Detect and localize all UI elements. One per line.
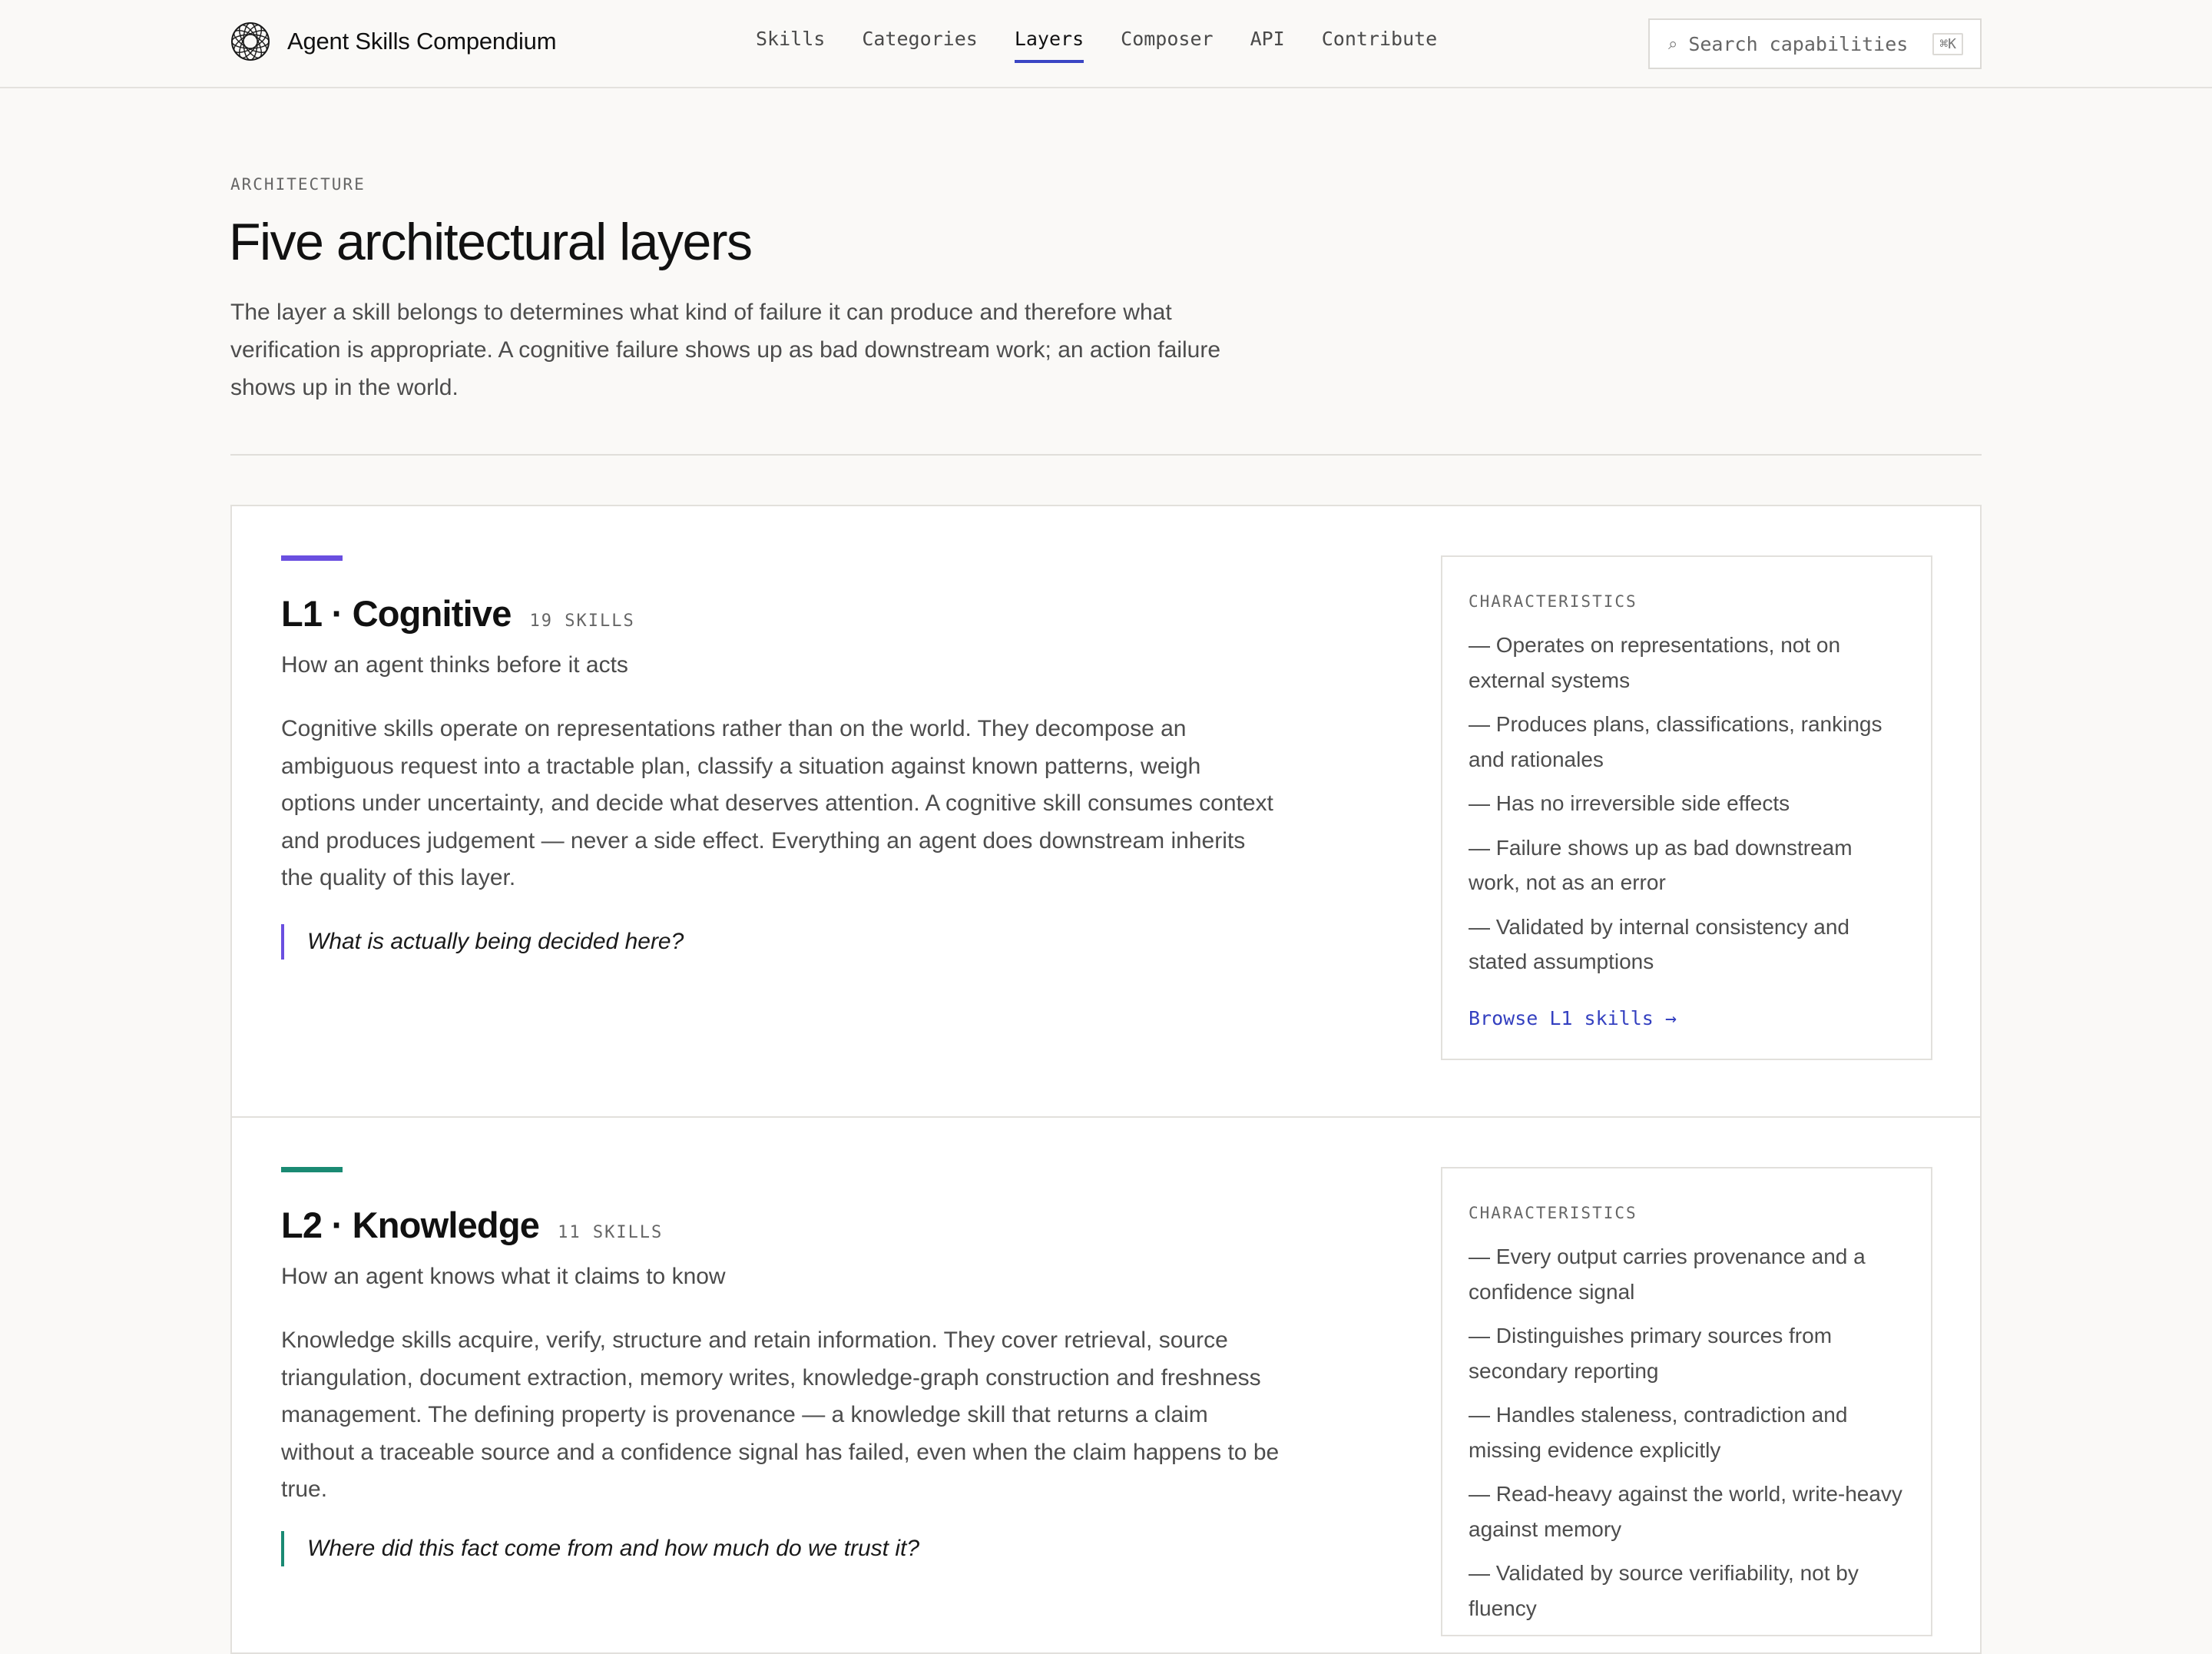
search-input[interactable]: [1688, 32, 1933, 55]
layer-title: L1 · Cognitive: [281, 593, 512, 634]
page-lede: The layer a skill belongs to determines …: [230, 300, 1221, 400]
keyboard-shortcut-badge: ⌘K: [1932, 32, 1964, 55]
layer-question: What is actually being decided here?: [281, 924, 972, 960]
characteristic-item: — Read-heavy against the world, write-he…: [1469, 1482, 1902, 1541]
layer-tagline: How an agent knows what it claims to kno…: [281, 1264, 726, 1289]
characteristic-item: — Operates on representations, not on ex…: [1469, 633, 1841, 692]
layer-heading: L2 · Knowledge 11 SKILLS: [281, 1204, 663, 1246]
top-bar: Agent Skills Compendium Skills Categorie…: [0, 0, 2212, 88]
quote-bar: [281, 924, 284, 960]
layer-heading: L1 · Cognitive 19 SKILLS: [281, 592, 635, 635]
characteristic-item: — Handles staleness, contradiction and m…: [1469, 1403, 1848, 1462]
browse-l1-skills-link[interactable]: Browse L1 skills →: [1469, 1007, 1905, 1029]
divider: [230, 454, 1982, 456]
quote-bar: [281, 1531, 284, 1566]
characteristics-label: CHARACTERISTICS: [1469, 1204, 1637, 1222]
layer-accent-bar: [281, 1167, 343, 1172]
characteristics-label: CHARACTERISTICS: [1469, 592, 1637, 611]
layer-card-l2: L2 · Knowledge 11 SKILLS How an agent kn…: [230, 1116, 1982, 1654]
characteristic-item: — Failure shows up as bad downstream wor…: [1469, 835, 1853, 895]
nav-item-api[interactable]: API: [1250, 28, 1285, 63]
characteristic-item: — Every output carries provenance and a …: [1469, 1245, 1866, 1304]
brand[interactable]: Agent Skills Compendium: [230, 22, 557, 61]
layer-skill-count: 19 SKILLS: [529, 612, 635, 631]
page-title: Five architectural layers: [229, 213, 753, 271]
layer-tagline: How an agent thinks before it acts: [281, 652, 628, 678]
characteristic-item: — Validated by source verifiability, not…: [1469, 1561, 1859, 1620]
layer-skill-count: 11 SKILLS: [558, 1223, 664, 1242]
layer-description: Cognitive skills operate on representati…: [281, 716, 1273, 890]
nav-item-contribute[interactable]: Contribute: [1322, 28, 1438, 63]
characteristic-item: — Distinguishes primary sources from sec…: [1469, 1324, 1833, 1383]
layer-description: Knowledge skills acquire, verify, struct…: [281, 1328, 1280, 1502]
search-icon: ⌕: [1668, 34, 1678, 53]
characteristic-item: — Validated by internal consistency and …: [1469, 914, 1849, 974]
section-eyebrow: ARCHITECTURE: [230, 175, 366, 194]
search-box[interactable]: ⌕ ⌘K: [1648, 18, 1982, 69]
characteristic-item: — Produces plans, classifications, ranki…: [1469, 712, 1883, 771]
characteristics-panel: CHARACTERISTICS — Every output carries p…: [1441, 1167, 1932, 1636]
characteristics-list: — Operates on representations, not on ex…: [1469, 628, 1905, 979]
nav-item-composer[interactable]: Composer: [1121, 28, 1213, 63]
characteristics-panel: CHARACTERISTICS — Operates on representa…: [1441, 555, 1932, 1060]
main-nav: Skills Categories Layers Composer API Co…: [756, 28, 1474, 63]
logo-icon: [231, 22, 270, 61]
brand-name: Agent Skills Compendium: [287, 28, 557, 55]
nav-item-skills[interactable]: Skills: [756, 28, 825, 63]
layer-question: Where did this fact come from and how mu…: [281, 1531, 972, 1566]
layer-title: L2 · Knowledge: [281, 1205, 540, 1245]
nav-item-categories[interactable]: Categories: [862, 28, 978, 63]
layer-question-text: Where did this fact come from and how mu…: [307, 1536, 920, 1561]
layer-card-l1: L1 · Cognitive 19 SKILLS How an agent th…: [230, 505, 1982, 1118]
characteristics-list: — Every output carries provenance and a …: [1469, 1239, 1905, 1626]
nav-item-layers[interactable]: Layers: [1014, 28, 1084, 63]
layer-question-text: What is actually being decided here?: [307, 929, 684, 954]
characteristic-item: — Has no irreversible side effects: [1469, 791, 1790, 815]
layer-accent-bar: [281, 555, 343, 561]
